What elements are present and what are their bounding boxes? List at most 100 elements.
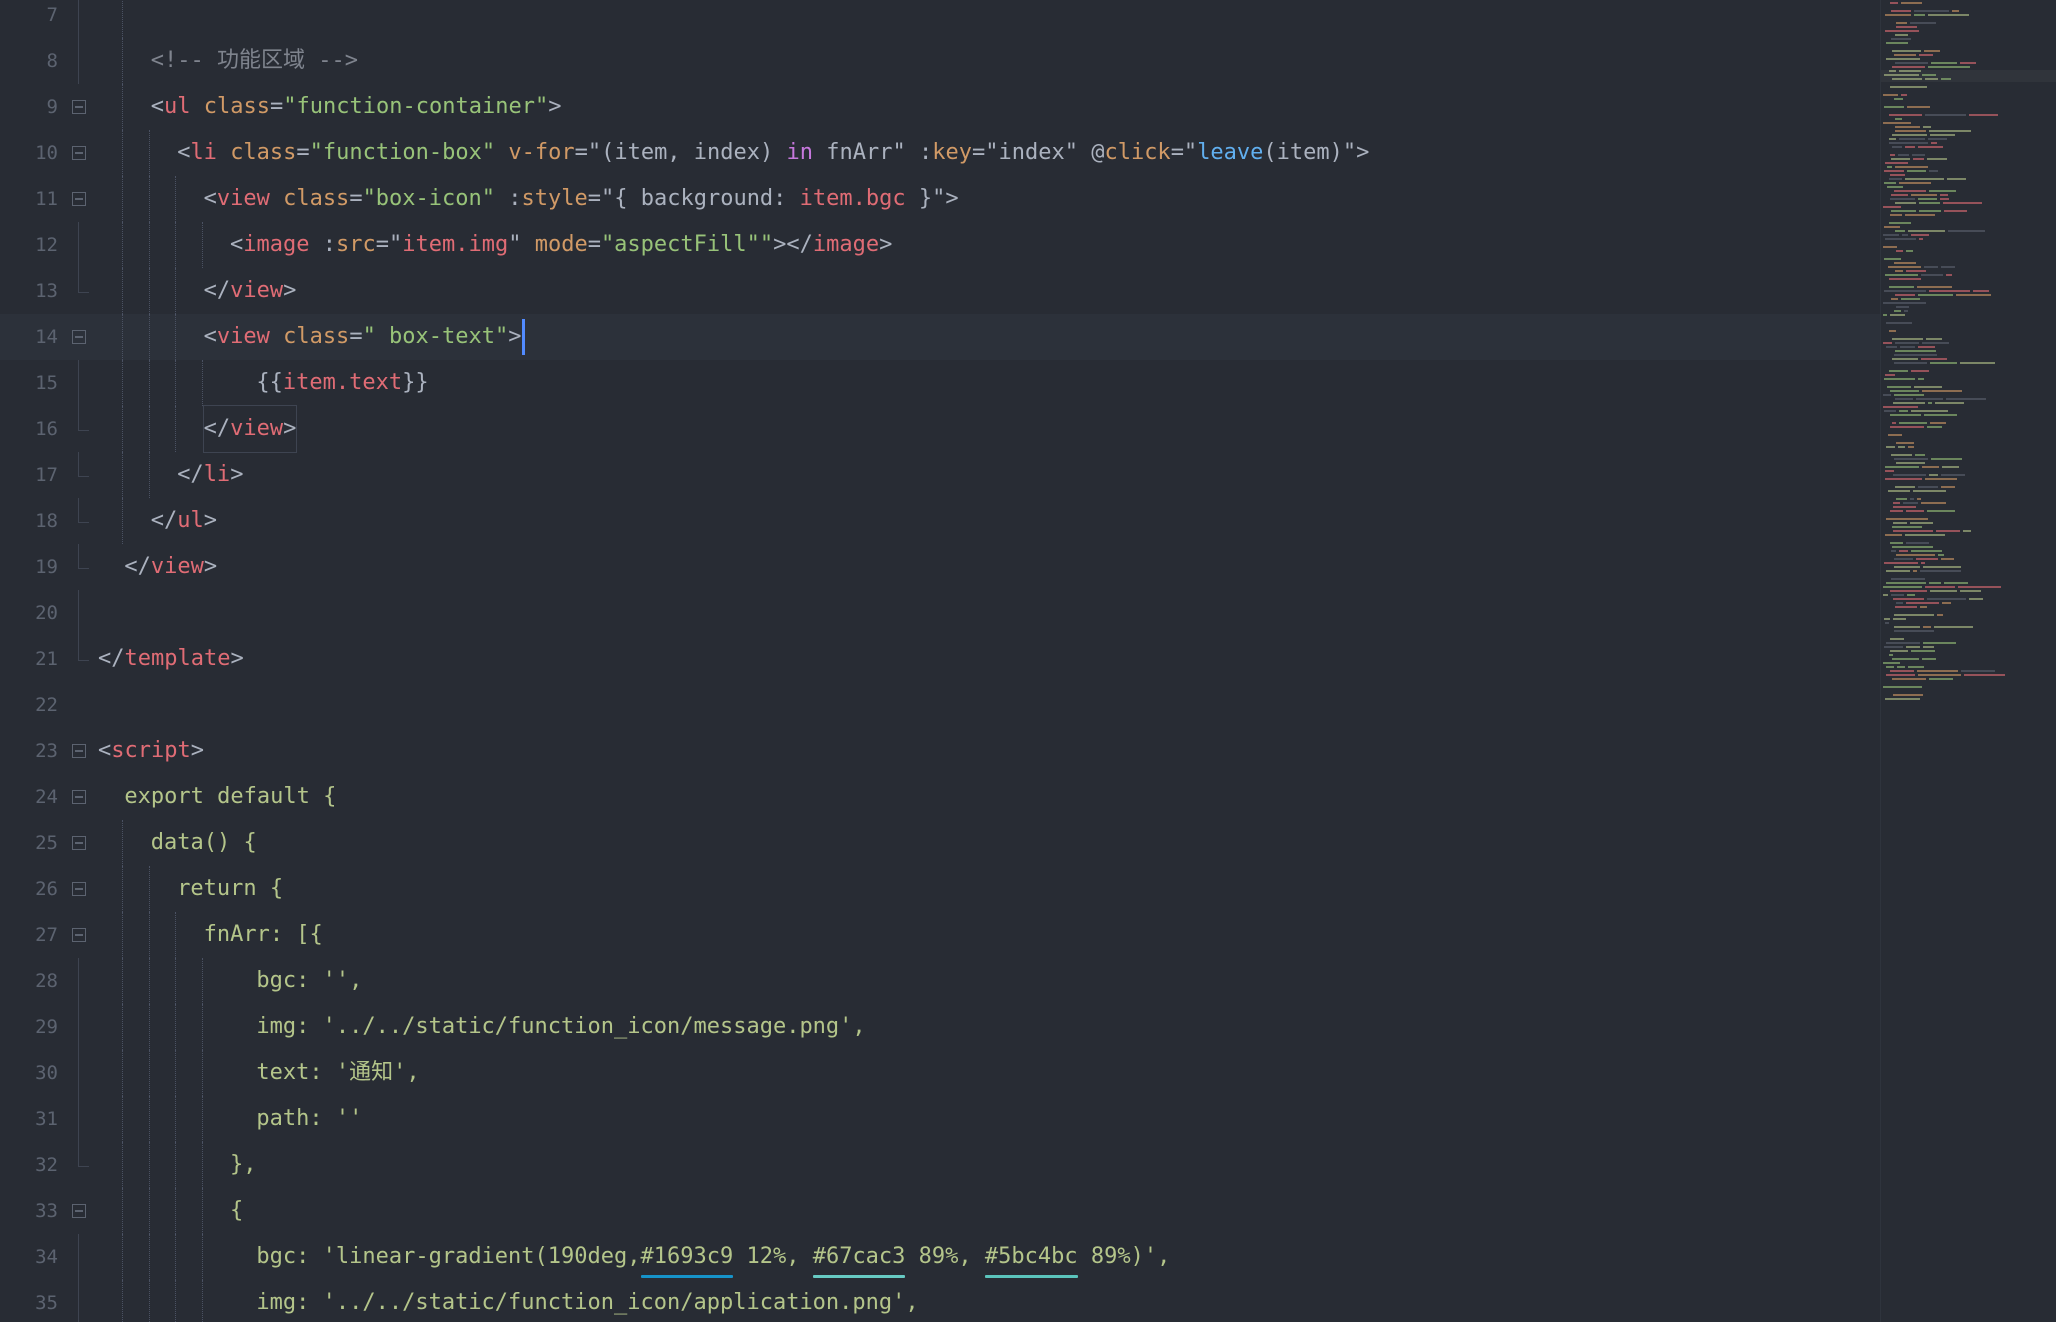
minimap[interactable] xyxy=(1880,0,2056,1322)
fold-range-end xyxy=(78,406,89,431)
code-text[interactable]: <image :src="item.img" mode="aspectFill"… xyxy=(230,222,892,268)
minimap-code-stroke xyxy=(1889,142,1928,144)
minimap-code-stroke xyxy=(1894,614,1934,616)
code-text[interactable]: data() { xyxy=(151,820,257,866)
code-text[interactable]: export default { xyxy=(124,774,336,820)
code-text[interactable]: path: '' xyxy=(256,1096,362,1142)
code-line[interactable]: 35 img: '../../static/function_icon/appli… xyxy=(0,1280,1880,1322)
line-number: 16 xyxy=(35,418,58,440)
minimap-code-stroke xyxy=(1883,594,1888,596)
code-line[interactable]: 13 </view> xyxy=(0,268,1880,314)
fold-toggle-icon[interactable] xyxy=(72,836,86,850)
code-line[interactable]: 11 <view class="box-icon" :style="{ backg… xyxy=(0,176,1880,222)
code-token: > xyxy=(508,324,522,349)
code-line[interactable]: 30 text: '通知', xyxy=(0,1050,1880,1096)
fold-toggle-icon[interactable] xyxy=(72,192,86,206)
code-line[interactable]: 16 </view> xyxy=(0,405,1880,453)
code-text[interactable]: fnArr: [{ xyxy=(204,912,323,958)
code-line[interactable]: 31 path: '' xyxy=(0,1096,1880,1142)
code-text[interactable]: img: '../../static/function_icon/applica… xyxy=(256,1280,918,1322)
code-token: li xyxy=(190,140,217,165)
code-token: " xyxy=(508,232,535,257)
code-text[interactable]: <view class="box-icon" :style="{ backgro… xyxy=(204,176,959,222)
fold-toggle-icon[interactable] xyxy=(72,790,86,804)
code-line[interactable]: 14 <view class=" box-text"> xyxy=(0,314,1880,360)
minimap-code-stroke xyxy=(1928,14,1969,16)
code-line[interactable]: 27 fnArr: [{ xyxy=(0,912,1880,958)
code-token: ="(item, index) xyxy=(574,140,787,165)
code-editor[interactable]: 7 8 <!-- 功能区域 --> 9 <ul class="function-cont… xyxy=(0,0,1880,1322)
minimap-code-stroke xyxy=(1895,270,1903,272)
minimap-code-stroke xyxy=(1911,234,1929,236)
code-line[interactable]: 26 return { xyxy=(0,866,1880,912)
minimap-code-stroke xyxy=(1883,586,1922,588)
fold-toggle-icon[interactable] xyxy=(72,882,86,896)
minimap-code-stroke xyxy=(1893,474,1926,476)
minimap-code-stroke xyxy=(1894,566,1920,568)
code-text[interactable]: bgc: '', xyxy=(256,958,362,1004)
code-line[interactable]: 17 </li> xyxy=(0,452,1880,498)
minimap-code-stroke xyxy=(1925,586,1955,588)
code-text[interactable]: bgc: 'linear-gradient(190deg,#1693c9 12%… xyxy=(256,1234,1170,1280)
color-value-text: #67cac3 xyxy=(812,1244,906,1269)
color-swatch-value[interactable]: #1693c9 xyxy=(640,1234,734,1280)
fold-toggle-icon[interactable] xyxy=(72,100,86,114)
code-line[interactable]: 22 xyxy=(0,682,1880,728)
code-line[interactable]: 29 img: '../../static/function_icon/messa… xyxy=(0,1004,1880,1050)
minimap-code-stroke xyxy=(1890,590,1927,592)
fold-toggle-icon[interactable] xyxy=(72,330,86,344)
minimap-code-stroke xyxy=(1923,126,1931,128)
code-text[interactable]: <script> xyxy=(98,728,204,774)
code-text[interactable]: </view> xyxy=(204,268,297,314)
code-text[interactable]: <!-- 功能区域 --> xyxy=(151,38,358,84)
code-text[interactable]: </li> xyxy=(177,452,243,498)
code-text[interactable]: img: '../../static/function_icon/message… xyxy=(256,1004,865,1050)
code-line[interactable]: 7 xyxy=(0,0,1880,38)
code-line[interactable]: 28 bgc: '', xyxy=(0,958,1880,1004)
code-line[interactable]: 32}, xyxy=(0,1142,1880,1188)
code-line[interactable]: 19 </view> xyxy=(0,544,1880,590)
code-text[interactable]: </ul> xyxy=(151,498,217,544)
code-text[interactable]: </view> xyxy=(124,544,217,590)
minimap-code-stroke xyxy=(1922,466,1939,468)
code-text[interactable]: <ul class="function-container"> xyxy=(151,84,562,130)
code-line[interactable]: 15 {{item.text}} xyxy=(0,360,1880,406)
minimap-code-stroke xyxy=(1890,390,1919,392)
code-line[interactable]: 25 data() { xyxy=(0,820,1880,866)
code-line[interactable]: 34 bgc: 'linear-gradient(190deg,#1693c9 1… xyxy=(0,1234,1880,1280)
code-text[interactable]: }, xyxy=(230,1142,257,1188)
code-text[interactable]: return { xyxy=(177,866,283,912)
code-line[interactable]: 9 <ul class="function-container"> xyxy=(0,84,1880,130)
code-text[interactable]: </view> xyxy=(202,405,298,453)
minimap-code-stroke xyxy=(1892,78,1922,80)
minimap-code-stroke xyxy=(1890,510,1903,512)
fold-range-line xyxy=(78,1096,79,1142)
color-swatch-value[interactable]: #5bc4bc xyxy=(984,1234,1078,1280)
code-line[interactable]: 18 </ul> xyxy=(0,498,1880,544)
code-line[interactable]: 10 <li class="function-box" v-for="(item,… xyxy=(0,130,1880,176)
code-text[interactable]: </template> xyxy=(98,636,244,682)
code-line[interactable]: 21 </template> xyxy=(0,636,1880,682)
code-token: </ xyxy=(177,462,204,487)
minimap-code-stroke xyxy=(1907,106,1930,108)
code-line[interactable]: 12 <image :src="item.img" mode="aspectFil… xyxy=(0,222,1880,268)
minimap-code-stroke xyxy=(1896,602,1903,604)
code-text[interactable]: <view class=" box-text"> xyxy=(204,314,525,360)
fold-toggle-icon[interactable] xyxy=(72,744,86,758)
code-text[interactable]: text: '通知', xyxy=(256,1050,419,1096)
code-text[interactable]: { xyxy=(230,1188,243,1234)
code-line[interactable]: 20 xyxy=(0,590,1880,636)
fold-toggle-icon[interactable] xyxy=(72,1204,86,1218)
code-line[interactable]: 33 { xyxy=(0,1188,1880,1234)
code-token: > xyxy=(230,462,244,487)
fold-toggle-icon[interactable] xyxy=(72,146,86,160)
color-swatch-value[interactable]: #67cac3 xyxy=(812,1234,906,1280)
code-line[interactable]: 8 <!-- 功能区域 --> xyxy=(0,38,1880,84)
code-line[interactable]: 24 export default { xyxy=(0,774,1880,820)
minimap-code-stroke xyxy=(1905,146,1915,148)
indent-guide xyxy=(201,958,203,1004)
code-text[interactable]: <li class="function-box" v-for="(item, i… xyxy=(177,130,1369,176)
code-line[interactable]: 23 <script> xyxy=(0,728,1880,774)
code-text[interactable]: {{item.text}} xyxy=(256,360,428,406)
fold-toggle-icon[interactable] xyxy=(72,928,86,942)
